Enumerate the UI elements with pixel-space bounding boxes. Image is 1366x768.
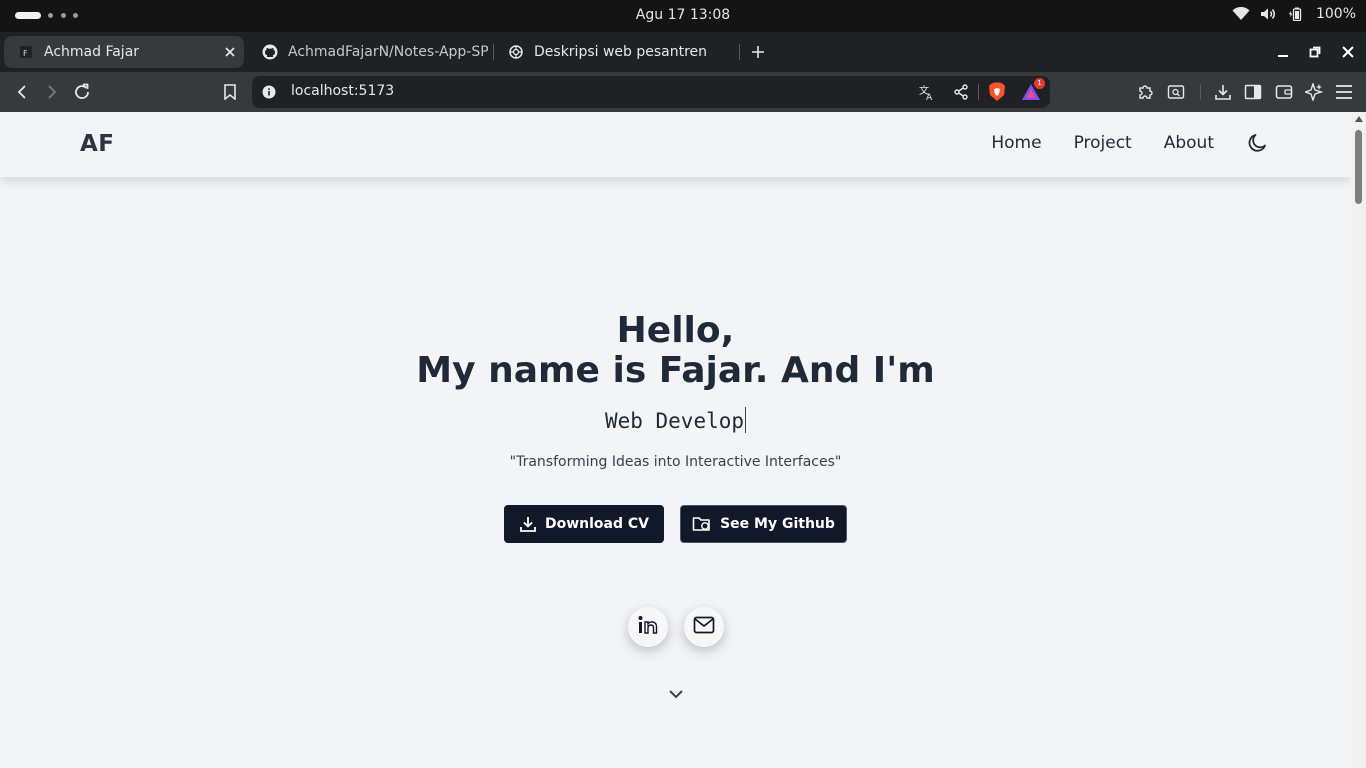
extensions-icon[interactable] <box>1134 80 1158 104</box>
back-button[interactable] <box>10 80 34 104</box>
address-bar[interactable]: localhost:5173 文A 1 <box>252 76 1050 108</box>
os-clock[interactable]: Agu 17 13:08 <box>0 7 1366 23</box>
close-tab-icon[interactable] <box>222 44 238 60</box>
page-search-icon[interactable] <box>1164 80 1188 104</box>
sidebar-toggle-icon[interactable] <box>1241 80 1265 104</box>
site-favicon-icon: F <box>18 44 34 60</box>
tab-deskripsi-web[interactable]: Deskripsi web pesantren <box>494 36 734 68</box>
bookmark-button[interactable] <box>218 80 242 104</box>
tab-title: Deskripsi web pesantren <box>534 44 708 60</box>
tab-github-notes-app[interactable]: AchmadFajarN/Notes-App-SP <box>248 36 488 68</box>
svg-text:F: F <box>23 49 28 58</box>
tab-strip: F Achmad Fajar AchmadFajarN/Notes-App-SP… <box>0 32 1366 72</box>
scroll-down-chevron-icon[interactable] <box>666 684 686 704</box>
tab-achmad-fajar[interactable]: F Achmad Fajar <box>4 36 244 68</box>
brave-shields-icon[interactable] <box>985 80 1009 104</box>
dark-mode-toggle-icon[interactable] <box>1244 130 1270 156</box>
site-navbar: AF Home Project About <box>0 112 1351 177</box>
menu-icon[interactable] <box>1332 80 1356 104</box>
chatgpt-icon <box>508 44 524 60</box>
share-icon[interactable] <box>949 80 973 104</box>
battery-icon <box>1288 7 1306 21</box>
os-top-bar: Agu 17 13:08 100% <box>0 0 1366 32</box>
typed-role-text: Web Develop <box>604 409 745 433</box>
download-icon <box>519 515 537 533</box>
nav-link-home[interactable]: Home <box>991 133 1041 153</box>
volume-icon <box>1260 7 1278 21</box>
site-logo[interactable]: AF <box>80 131 115 157</box>
url-text[interactable]: localhost:5173 <box>291 83 394 99</box>
tab-title: Achmad Fajar <box>44 44 140 60</box>
site-info-icon[interactable] <box>257 80 281 104</box>
translate-icon[interactable]: 文A <box>915 80 939 104</box>
battery-percentage: 100% <box>1315 6 1356 22</box>
wallet-icon[interactable] <box>1272 80 1296 104</box>
hero-typing-role: Web Develop <box>0 407 1351 433</box>
tab-divider <box>493 44 494 60</box>
brave-rewards-icon[interactable]: 1 <box>1019 78 1045 104</box>
download-cv-label: Download CV <box>544 516 649 532</box>
omnibox-divider <box>978 84 979 100</box>
close-window-button[interactable] <box>1336 40 1360 64</box>
notification-badge: 1 <box>1034 78 1045 89</box>
page-scrollbar[interactable] <box>1351 112 1366 768</box>
scroll-up-arrow-icon[interactable] <box>1355 116 1363 122</box>
scrollbar-thumb[interactable] <box>1355 130 1362 204</box>
browser-toolbar: localhost:5173 文A 1 <box>0 72 1366 112</box>
see-github-label: See My Github <box>720 516 835 532</box>
new-tab-button[interactable] <box>748 40 768 64</box>
linkedin-button[interactable] <box>628 607 668 647</box>
reload-button[interactable] <box>70 80 94 104</box>
nav-links: Home Project About <box>991 130 1270 156</box>
minimize-button[interactable] <box>1271 40 1295 64</box>
email-button[interactable] <box>684 607 724 647</box>
forward-button[interactable] <box>40 80 64 104</box>
page-viewport: AF Home Project About Hello, My name is … <box>0 112 1351 768</box>
download-icon[interactable] <box>1211 80 1235 104</box>
hero-greeting: Hello, <box>616 310 735 351</box>
leo-ai-icon[interactable] <box>1302 80 1326 104</box>
nav-link-about[interactable]: About <box>1164 133 1214 153</box>
hero-intro: My name is Fajar. And I'm <box>416 350 935 391</box>
nav-link-project[interactable]: Project <box>1074 133 1132 153</box>
download-cv-button[interactable]: Download CV <box>504 505 664 543</box>
tab-divider <box>739 44 740 60</box>
typing-cursor <box>745 407 747 433</box>
folder-github-icon <box>692 515 712 533</box>
wifi-icon <box>1232 7 1250 21</box>
restore-button[interactable] <box>1303 40 1327 64</box>
tab-title: AchmadFajarN/Notes-App-SP <box>288 44 488 60</box>
system-status[interactable]: 100% <box>1232 6 1356 22</box>
linkedin-icon <box>637 614 659 640</box>
see-github-button[interactable]: See My Github <box>680 505 847 543</box>
mail-icon <box>693 616 715 638</box>
github-icon <box>262 44 278 60</box>
svg-text:A: A <box>926 93 933 101</box>
toolbar-divider <box>1200 84 1201 100</box>
hero-tagline: "Transforming Ideas into Interactive Int… <box>509 454 842 470</box>
